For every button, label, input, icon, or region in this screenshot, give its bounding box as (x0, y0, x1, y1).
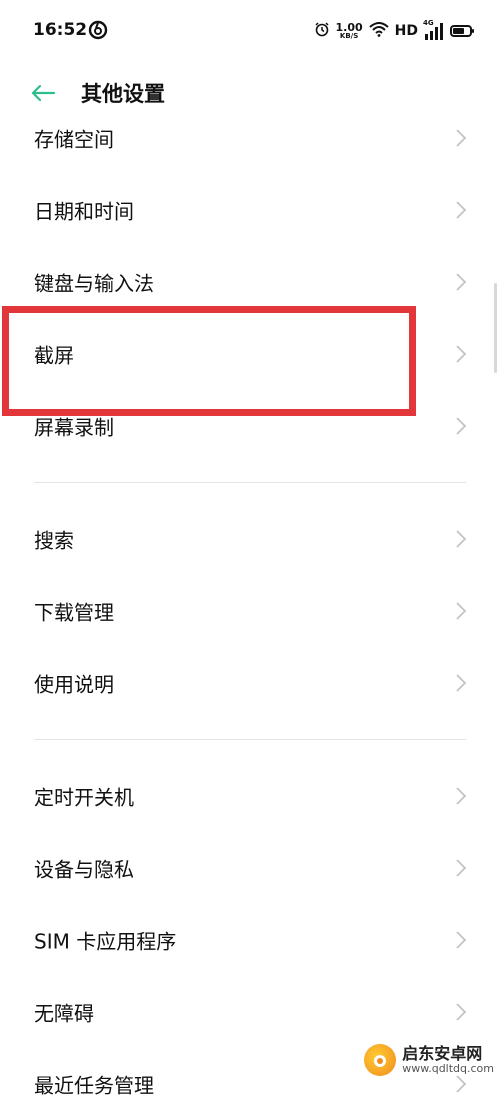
chevron-right-icon (456, 1075, 467, 1093)
chevron-right-icon (456, 417, 467, 435)
chevron-right-icon (456, 674, 467, 692)
chevron-right-icon (456, 1003, 467, 1021)
setting-user-guide[interactable]: 使用说明 (0, 647, 500, 719)
signal-label: 4G (423, 19, 434, 27)
setting-label: 搜索 (34, 528, 74, 553)
group-divider (34, 739, 466, 740)
cellular-signal-icon: 4G (423, 19, 444, 40)
battery-level (453, 28, 464, 34)
net-speed-unit: KB/S (339, 32, 359, 40)
status-bar: 16:52 1.00 KB/S HD 4G (0, 0, 500, 62)
arrow-left-icon (31, 84, 56, 102)
setting-label: 无障碍 (34, 1001, 94, 1026)
wifi-icon (368, 21, 389, 41)
chevron-right-icon (456, 602, 467, 620)
group-divider (34, 482, 466, 483)
setting-label: 设备与隐私 (34, 857, 134, 882)
netease-music-icon (88, 20, 108, 40)
settings-list: 存储空间 日期和时间 键盘与输入法 截屏 屏幕录制 搜索 下载管理 使用说明 定… (0, 102, 500, 1120)
watermark: 启东安卓网 www.qdltdq.com (364, 1044, 494, 1076)
setting-label: 定时开关机 (34, 785, 134, 810)
setting-label: 使用说明 (34, 672, 114, 697)
setting-label: 存储空间 (34, 127, 114, 152)
setting-screen-record[interactable]: 屏幕录制 (0, 390, 500, 462)
settings-group-2: 搜索 下载管理 使用说明 (0, 503, 500, 719)
setting-label: 最近任务管理 (34, 1073, 154, 1098)
watermark-logo-icon (364, 1044, 397, 1076)
status-time: 16:52 (33, 20, 88, 40)
scrollbar[interactable] (494, 283, 497, 373)
setting-search[interactable]: 搜索 (0, 503, 500, 575)
chevron-right-icon (456, 273, 467, 291)
setting-label: 日期和时间 (34, 199, 134, 224)
chevron-right-icon (456, 129, 467, 147)
setting-label: 截屏 (34, 343, 74, 368)
alarm-clock-icon (314, 21, 330, 41)
status-icons: 1.00 KB/S HD 4G (314, 18, 474, 44)
setting-sim-apps[interactable]: SIM 卡应用程序 (0, 904, 500, 976)
watermark-url: www.qdltdq.com (402, 1061, 494, 1075)
setting-accessibility[interactable]: 无障碍 (0, 976, 500, 1048)
setting-download-manager[interactable]: 下载管理 (0, 575, 500, 647)
chevron-right-icon (456, 859, 467, 877)
setting-label: SIM 卡应用程序 (34, 929, 177, 954)
battery-icon (450, 25, 474, 37)
setting-label: 键盘与输入法 (34, 271, 154, 296)
setting-device-privacy[interactable]: 设备与隐私 (0, 832, 500, 904)
settings-group-1: 存储空间 日期和时间 键盘与输入法 截屏 屏幕录制 (0, 102, 500, 462)
chevron-right-icon (456, 345, 467, 363)
watermark-text: 启东安卓网 www.qdltdq.com (402, 1045, 494, 1075)
setting-label: 屏幕录制 (34, 415, 114, 440)
chevron-right-icon (456, 931, 467, 949)
setting-storage[interactable]: 存储空间 (0, 102, 500, 174)
setting-scheduled-power[interactable]: 定时开关机 (0, 760, 500, 832)
setting-keyboard-input[interactable]: 键盘与输入法 (0, 246, 500, 318)
chevron-right-icon (456, 530, 467, 548)
setting-screenshot[interactable]: 截屏 (0, 318, 500, 390)
chevron-right-icon (456, 201, 467, 219)
chevron-right-icon (456, 787, 467, 805)
watermark-name: 启东安卓网 (402, 1044, 483, 1064)
net-speed: 1.00 KB/S (336, 22, 363, 40)
setting-label: 下载管理 (34, 600, 114, 625)
hd-indicator: HD (394, 23, 418, 39)
setting-date-time[interactable]: 日期和时间 (0, 174, 500, 246)
